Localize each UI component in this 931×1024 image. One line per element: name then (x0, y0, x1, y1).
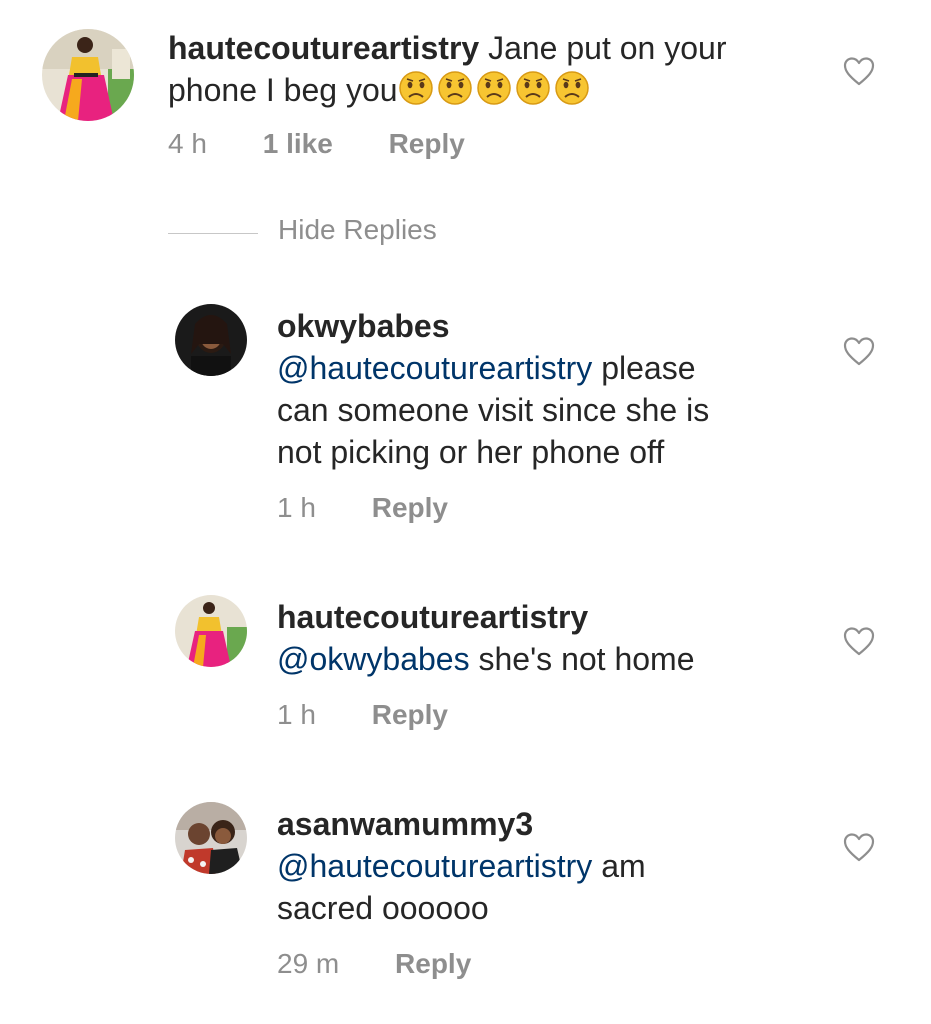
comment-timestamp: 1 h (277, 699, 316, 730)
comment-meta: 4 h 1 like Reply (168, 128, 465, 160)
comment-line-1: asanwamummy3 (277, 803, 646, 845)
reply-button[interactable]: Reply (389, 128, 465, 160)
reply-button[interactable]: Reply (395, 948, 471, 980)
reply-button[interactable]: Reply (372, 492, 448, 524)
avatar[interactable] (175, 802, 247, 874)
heart-outline-icon[interactable] (843, 626, 875, 656)
comment-line-2: @hautecoutureartistry please (277, 350, 696, 386)
comment-line-1: hautecoutureartistry Jane put on your (168, 30, 727, 66)
username[interactable]: asanwamummy3 (277, 806, 533, 842)
worried-face-emoji (437, 70, 473, 106)
heart-outline-icon[interactable] (843, 336, 875, 366)
comment-meta: 29 m Reply (277, 948, 471, 980)
avatar[interactable] (42, 29, 134, 121)
username[interactable]: hautecoutureartistry (168, 30, 479, 66)
comment-line-3: sacred oooooo (277, 890, 489, 926)
username[interactable]: hautecoutureartistry (277, 599, 588, 635)
comment-timestamp: 4 h (168, 128, 207, 159)
heart-outline-icon[interactable] (843, 832, 875, 862)
username[interactable]: okwybabes (277, 308, 450, 344)
comment-line-1: hautecoutureartistry (277, 596, 694, 638)
hide-replies-label[interactable]: Hide Replies (278, 214, 437, 246)
comment-text: hautecoutureartistry @okwybabes she's no… (277, 596, 694, 680)
comment-line-2: @okwybabes she's not home (277, 641, 695, 677)
heart-outline-icon[interactable] (843, 56, 875, 86)
comment-line-3: can someone visit since she is (277, 392, 710, 428)
worried-face-emoji (476, 70, 512, 106)
comment-line-4: not picking or her phone off (277, 434, 665, 470)
avatar[interactable] (175, 595, 247, 667)
reply-button[interactable]: Reply (372, 699, 448, 731)
like-count[interactable]: 1 like (263, 128, 333, 160)
comment-text: hautecoutureartistry Jane put on your ph… (168, 27, 726, 111)
comment-line-2: @hautecoutureartistry am (277, 848, 646, 884)
mention-link[interactable]: @okwybabes (277, 641, 470, 677)
comment-line-2: phone I beg you (168, 69, 726, 111)
worried-face-emoji (398, 70, 434, 106)
comment-text: asanwamummy3 @hautecoutureartistry am sa… (277, 803, 646, 929)
mention-link[interactable]: @hautecoutureartistry (277, 848, 592, 884)
avatar[interactable] (175, 304, 247, 376)
worried-face-emoji (515, 70, 551, 106)
comment-meta: 1 h Reply (277, 492, 448, 524)
comment-meta: 1 h Reply (277, 699, 448, 731)
divider-line (168, 233, 258, 234)
mention-link[interactable]: @hautecoutureartistry (277, 350, 592, 386)
comment-text: okwybabes @hautecoutureartistry please c… (277, 305, 709, 473)
comment-timestamp: 1 h (277, 492, 316, 523)
comment-timestamp: 29 m (277, 948, 340, 979)
worried-face-emoji (554, 70, 590, 106)
comment-line-1: okwybabes (277, 305, 709, 347)
